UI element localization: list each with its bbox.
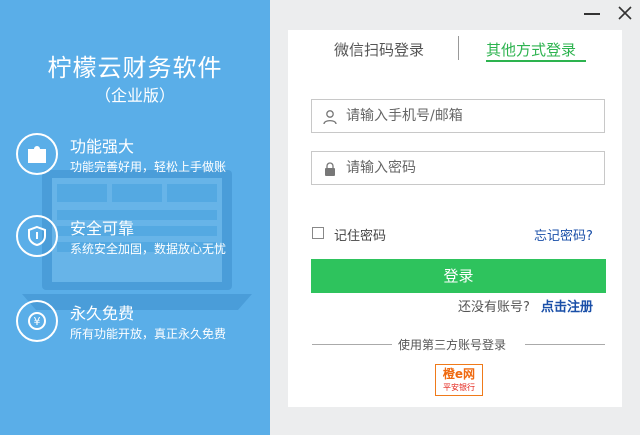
bank-logo-text: 橙e网 <box>442 367 476 381</box>
tab-other-login[interactable]: 其他方式登录 <box>486 39 576 60</box>
divider-line <box>312 344 392 345</box>
login-button[interactable]: 登录 <box>311 259 606 293</box>
feature-free: ¥ 永久免费 所有功能开放，真正永久免费 <box>16 300 266 350</box>
yen-icon: ¥ <box>16 300 58 342</box>
feature-title: 功能强大 <box>70 137 135 156</box>
svg-text:¥: ¥ <box>34 315 41 328</box>
feature-secure: 安全可靠 系统安全加固，数据放心无忧 <box>16 215 266 265</box>
feature-powerful: 功能强大 功能完善好用，轻松上手做账 <box>16 133 266 183</box>
bank-name: 平安银行 <box>443 383 475 392</box>
no-account-text: 还没有账号? <box>458 300 530 315</box>
tab-divider <box>458 36 459 60</box>
feature-desc: 系统安全加固，数据放心无忧 <box>70 242 227 256</box>
product-title: 柠檬云财务软件 <box>47 54 223 82</box>
remember-password-label: 记住密码 <box>334 229 387 244</box>
close-icon[interactable] <box>616 4 634 22</box>
forgot-password-link[interactable]: 忘记密码? <box>534 225 593 244</box>
checkbox-box[interactable] <box>312 227 324 239</box>
feature-title: 永久免费 <box>70 304 135 323</box>
third-party-login-label: 使用第三方账号登录 <box>398 338 507 352</box>
feature-title: 安全可靠 <box>70 219 135 238</box>
shield-icon <box>16 215 58 257</box>
tab-wechat-login[interactable]: 微信扫码登录 <box>334 39 424 60</box>
phone-email-input[interactable] <box>346 100 596 132</box>
lock-icon <box>322 161 338 181</box>
puzzle-icon <box>16 133 58 175</box>
feature-desc: 所有功能开放，真正永久免费 <box>70 327 227 341</box>
minimize-icon[interactable] <box>584 13 600 15</box>
register-link[interactable]: 点击注册 <box>541 296 593 315</box>
product-edition: （企业版） <box>94 86 175 105</box>
left-panel: 柠檬云财务软件 （企业版） 功能强大 功能完善好用，轻松上手做账 安全可靠 系统… <box>0 0 270 435</box>
pingan-bank-login-button[interactable]: 橙e网 平安银行 <box>435 364 483 396</box>
phone-email-field[interactable] <box>311 99 605 133</box>
password-input[interactable] <box>346 152 596 184</box>
divider-line <box>525 344 605 345</box>
active-tab-underline <box>486 60 586 62</box>
user-icon <box>322 109 338 129</box>
password-field[interactable] <box>311 151 605 185</box>
feature-desc: 功能完善好用，轻松上手做账 <box>70 160 227 174</box>
